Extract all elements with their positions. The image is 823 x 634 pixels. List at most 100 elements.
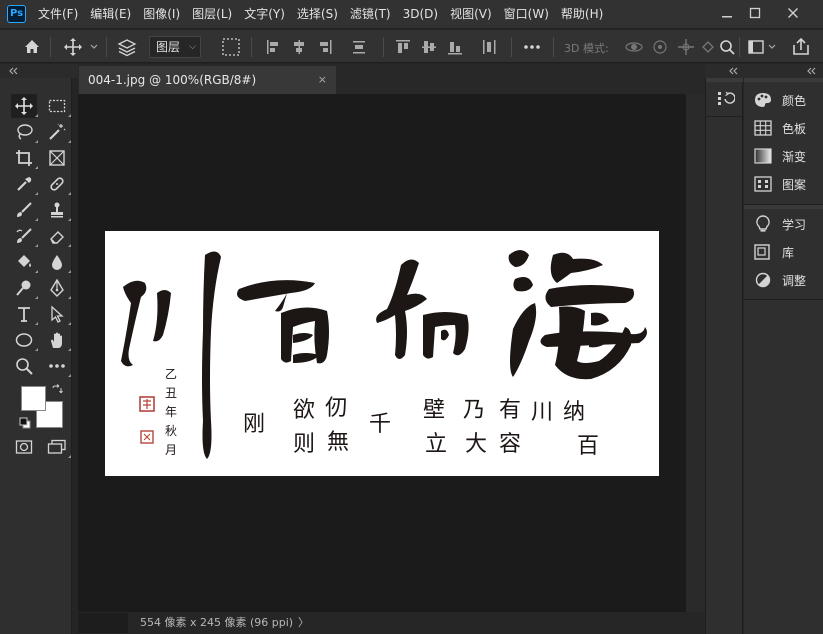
- svg-text:百: 百: [577, 434, 599, 459]
- blur-tool[interactable]: [44, 250, 71, 274]
- align-left-button[interactable]: [264, 36, 282, 58]
- chevron-down-icon: ⌵: [189, 42, 196, 52]
- healing-brush-tool[interactable]: [44, 172, 71, 196]
- align-right-button[interactable]: [316, 36, 334, 58]
- history-brush-tool[interactable]: [11, 224, 38, 248]
- magic-wand-tool[interactable]: [44, 120, 71, 144]
- distribute-vertical-button[interactable]: [350, 36, 368, 58]
- move-tool-icon: [15, 97, 33, 115]
- default-colors-icon[interactable]: [19, 417, 31, 429]
- brush-tool[interactable]: [11, 198, 38, 222]
- menu-filter[interactable]: 滤镜(T): [344, 0, 397, 29]
- workspace-button[interactable]: [747, 36, 779, 58]
- toolbar-collapse-bar[interactable]: [0, 64, 78, 78]
- align-bottom-button[interactable]: [446, 36, 464, 58]
- screen-mode-button[interactable]: [44, 435, 71, 459]
- clone-stamp-tool[interactable]: [44, 198, 71, 222]
- align-top-icon: [396, 40, 410, 53]
- eraser-tool[interactable]: [44, 224, 71, 248]
- more-options-button[interactable]: [521, 36, 543, 58]
- auto-select-target-dropdown[interactable]: 图层 ⌵: [149, 36, 201, 58]
- panel-learn[interactable]: 学习: [744, 211, 823, 237]
- menu-layer[interactable]: 图层(L): [186, 0, 238, 29]
- frame-tool[interactable]: [44, 146, 70, 170]
- pen-tool[interactable]: [44, 276, 71, 300]
- 3d-roll-button[interactable]: [650, 36, 670, 58]
- type-tool[interactable]: [11, 302, 38, 326]
- right-panels-collapse-bar[interactable]: [705, 64, 823, 78]
- svg-text:仞: 仞: [325, 396, 347, 421]
- distribute-horizontal-button[interactable]: [480, 36, 498, 58]
- menu-type[interactable]: 文字(Y): [238, 0, 291, 29]
- screen-mode-icon: [47, 439, 66, 454]
- dock-grip[interactable]: [744, 205, 823, 209]
- home-button[interactable]: [22, 36, 42, 58]
- 3d-orbit-icon: [625, 42, 643, 52]
- 3d-slide-button[interactable]: [700, 36, 716, 58]
- move-tool-preset[interactable]: [63, 36, 101, 58]
- zoom-level-field[interactable]: [78, 613, 128, 633]
- 3d-pan-button[interactable]: [676, 36, 696, 58]
- show-transform-controls[interactable]: [220, 36, 242, 58]
- menu-file[interactable]: 文件(F): [32, 0, 84, 29]
- lasso-tool[interactable]: [11, 120, 38, 144]
- align-vcenter-button[interactable]: [420, 36, 438, 58]
- align-vertical-center-icon: [422, 41, 436, 53]
- swap-colors-icon[interactable]: [51, 384, 63, 396]
- status-info-menu-arrow[interactable]: 〉: [298, 612, 309, 634]
- menu-help[interactable]: 帮助(H): [555, 0, 609, 29]
- panel-gradients[interactable]: 渐变: [744, 143, 823, 169]
- options-bar: 图层 ⌵ 3D 模式:: [0, 30, 823, 63]
- auto-select-toggle[interactable]: [116, 36, 138, 58]
- align-top-button[interactable]: [394, 36, 412, 58]
- panel-swatches[interactable]: 色板: [744, 115, 823, 141]
- paint-bucket-tool[interactable]: [11, 250, 38, 274]
- quick-mask-icon: [15, 440, 33, 454]
- panel-color[interactable]: 颜色: [744, 87, 823, 113]
- lightbulb-icon: [754, 215, 772, 233]
- svg-text:年: 年: [165, 405, 177, 419]
- edit-toolbar-button[interactable]: [44, 354, 71, 378]
- dock-grip[interactable]: [744, 78, 823, 82]
- quick-mask-button[interactable]: [11, 435, 37, 459]
- document-tab[interactable]: 004-1.jpg @ 100%(RGB/8#) ×: [79, 66, 336, 94]
- panel-patterns[interactable]: 图案: [744, 171, 823, 197]
- svg-text:刚: 刚: [243, 412, 265, 437]
- document-info-text: 554 像素 x 245 像素 (96 ppi): [140, 616, 294, 629]
- menu-edit[interactable]: 编辑(E): [84, 0, 137, 29]
- move-tool[interactable]: [11, 94, 38, 118]
- marquee-tool[interactable]: [44, 94, 71, 118]
- panel-libraries[interactable]: 库: [744, 239, 823, 265]
- history-panel-button[interactable]: [715, 89, 736, 109]
- ellipse-tool[interactable]: [11, 328, 38, 352]
- canvas-scrollbar-track[interactable]: [686, 94, 705, 612]
- hand-tool[interactable]: [44, 328, 71, 352]
- search-button[interactable]: [718, 36, 736, 58]
- panel-adjustments[interactable]: 调整: [744, 267, 823, 293]
- eyedropper-tool[interactable]: [11, 172, 38, 196]
- menu-3d[interactable]: 3D(D): [397, 0, 444, 29]
- path-selection-tool[interactable]: [44, 302, 71, 326]
- menu-image[interactable]: 图像(I): [137, 0, 186, 29]
- layers-stack-icon: [117, 39, 137, 57]
- 3d-orbit-button[interactable]: [624, 36, 644, 58]
- share-button[interactable]: [791, 36, 811, 58]
- panels-dock: 颜色 色板 渐变 图案 学习 库 调整: [744, 78, 823, 634]
- share-icon: [793, 37, 809, 55]
- dock-grip[interactable]: [706, 78, 743, 82]
- 3d-mode-label: 3D 模式:: [564, 42, 609, 55]
- zoom-tool[interactable]: [11, 354, 37, 378]
- menu-view[interactable]: 视图(V): [444, 0, 498, 29]
- maximize-button[interactable]: [741, 3, 769, 23]
- dodge-tool[interactable]: [11, 276, 38, 300]
- crop-tool[interactable]: [11, 146, 38, 170]
- foreground-color-swatch[interactable]: [21, 386, 46, 411]
- align-hcenter-button[interactable]: [290, 36, 308, 58]
- panel-patterns-label: 图案: [782, 177, 807, 192]
- svg-text:欲: 欲: [293, 398, 315, 423]
- close-tab-icon[interactable]: ×: [318, 66, 327, 94]
- menu-select[interactable]: 选择(S): [291, 0, 344, 29]
- minimize-button[interactable]: [713, 3, 741, 23]
- close-button[interactable]: [779, 3, 807, 23]
- menu-window[interactable]: 窗口(W): [498, 0, 555, 29]
